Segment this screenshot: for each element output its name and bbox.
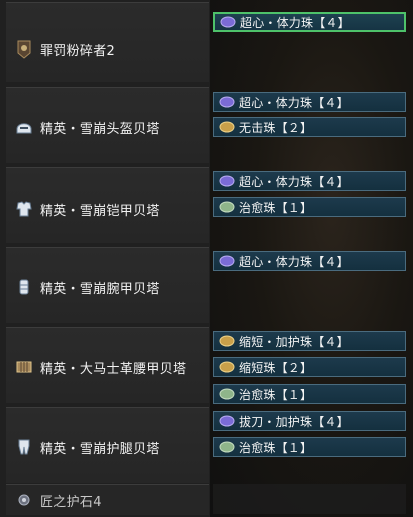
decoration-label: 超心・体力珠【４】 bbox=[239, 95, 349, 110]
decoration-slot[interactable]: 缩短珠【２】 bbox=[213, 357, 406, 377]
decoration-slot[interactable]: 治愈珠【１】 bbox=[213, 197, 406, 217]
equipment-panel-chest[interactable]: 精英・雪崩铠甲贝塔 bbox=[6, 167, 209, 243]
decoration-label: 治愈珠【１】 bbox=[239, 387, 313, 402]
jewel-icon bbox=[219, 254, 235, 268]
decoration-slot[interactable]: 超心・体力珠【４】 bbox=[213, 251, 406, 271]
jewel-icon bbox=[220, 15, 236, 29]
jewel-icon bbox=[219, 440, 235, 454]
jewel-icon bbox=[219, 387, 235, 401]
equipment-name: 精英・雪崩头盔贝塔 bbox=[40, 121, 160, 137]
equipment-panel-legs[interactable]: 精英・雪崩护腿贝塔 bbox=[6, 407, 209, 483]
jewel-icon bbox=[219, 360, 235, 374]
charm-icon bbox=[14, 489, 34, 511]
decoration-label: 缩短珠【２】 bbox=[239, 360, 313, 375]
jewel-icon bbox=[219, 200, 235, 214]
decoration-label: 超心・体力珠【４】 bbox=[239, 254, 349, 269]
decoration-label: 缩短・加护珠【４】 bbox=[239, 334, 349, 349]
decoration-label: 拔刀・加护珠【４】 bbox=[239, 414, 349, 429]
jewel-icon bbox=[219, 174, 235, 188]
decoration-label: 无击珠【２】 bbox=[239, 120, 313, 135]
jewel-icon bbox=[219, 120, 235, 134]
equipment-panel-weapon[interactable]: 罪罚粉碎者2 bbox=[6, 2, 209, 82]
equipment-panel-charm[interactable]: 匠之护石4 bbox=[6, 484, 209, 515]
chest-armor-icon bbox=[14, 198, 34, 220]
decoration-label: 治愈珠【１】 bbox=[239, 200, 313, 215]
equipment-name: 精英・雪崩护腿贝塔 bbox=[40, 441, 160, 457]
jewel-icon bbox=[219, 414, 235, 428]
helmet-icon bbox=[14, 116, 34, 138]
decoration-slot[interactable]: 治愈珠【１】 bbox=[213, 437, 406, 457]
charm-slot-area bbox=[213, 484, 406, 514]
decoration-label: 超心・体力珠【４】 bbox=[239, 174, 349, 189]
jewel-icon bbox=[219, 334, 235, 348]
decoration-slot[interactable]: 无击珠【２】 bbox=[213, 117, 406, 137]
equipment-name: 罪罚粉碎者2 bbox=[40, 43, 116, 59]
weapon-icon bbox=[14, 38, 34, 60]
decoration-slot[interactable]: 缩短・加护珠【４】 bbox=[213, 331, 406, 351]
equipment-panel-arms[interactable]: 精英・雪崩腕甲贝塔 bbox=[6, 247, 209, 323]
decoration-slot[interactable]: 拔刀・加护珠【４】 bbox=[213, 411, 406, 431]
equipment-name: 精英・雪崩铠甲贝塔 bbox=[40, 203, 160, 219]
equipment-panel-helmet[interactable]: 精英・雪崩头盔贝塔 bbox=[6, 87, 209, 163]
equipment-name: 匠之护石4 bbox=[40, 494, 102, 510]
decoration-label: 治愈珠【１】 bbox=[239, 440, 313, 455]
leg-armor-icon bbox=[14, 436, 34, 458]
decoration-slot[interactable]: 治愈珠【１】 bbox=[213, 384, 406, 404]
equipment-panel-waist[interactable]: 精英・大马士革腰甲贝塔 bbox=[6, 327, 209, 403]
decoration-slot[interactable]: 超心・体力珠【４】 bbox=[213, 171, 406, 191]
jewel-icon bbox=[219, 95, 235, 109]
decoration-label: 超心・体力珠【４】 bbox=[240, 15, 350, 30]
decoration-slot[interactable]: 超心・体力珠【４】 bbox=[213, 12, 406, 32]
decoration-slot[interactable]: 超心・体力珠【４】 bbox=[213, 92, 406, 112]
waist-armor-icon bbox=[14, 356, 34, 378]
equipment-name: 精英・大马士革腰甲贝塔 bbox=[40, 361, 187, 377]
arm-armor-icon bbox=[14, 276, 34, 298]
equipment-name: 精英・雪崩腕甲贝塔 bbox=[40, 281, 160, 297]
